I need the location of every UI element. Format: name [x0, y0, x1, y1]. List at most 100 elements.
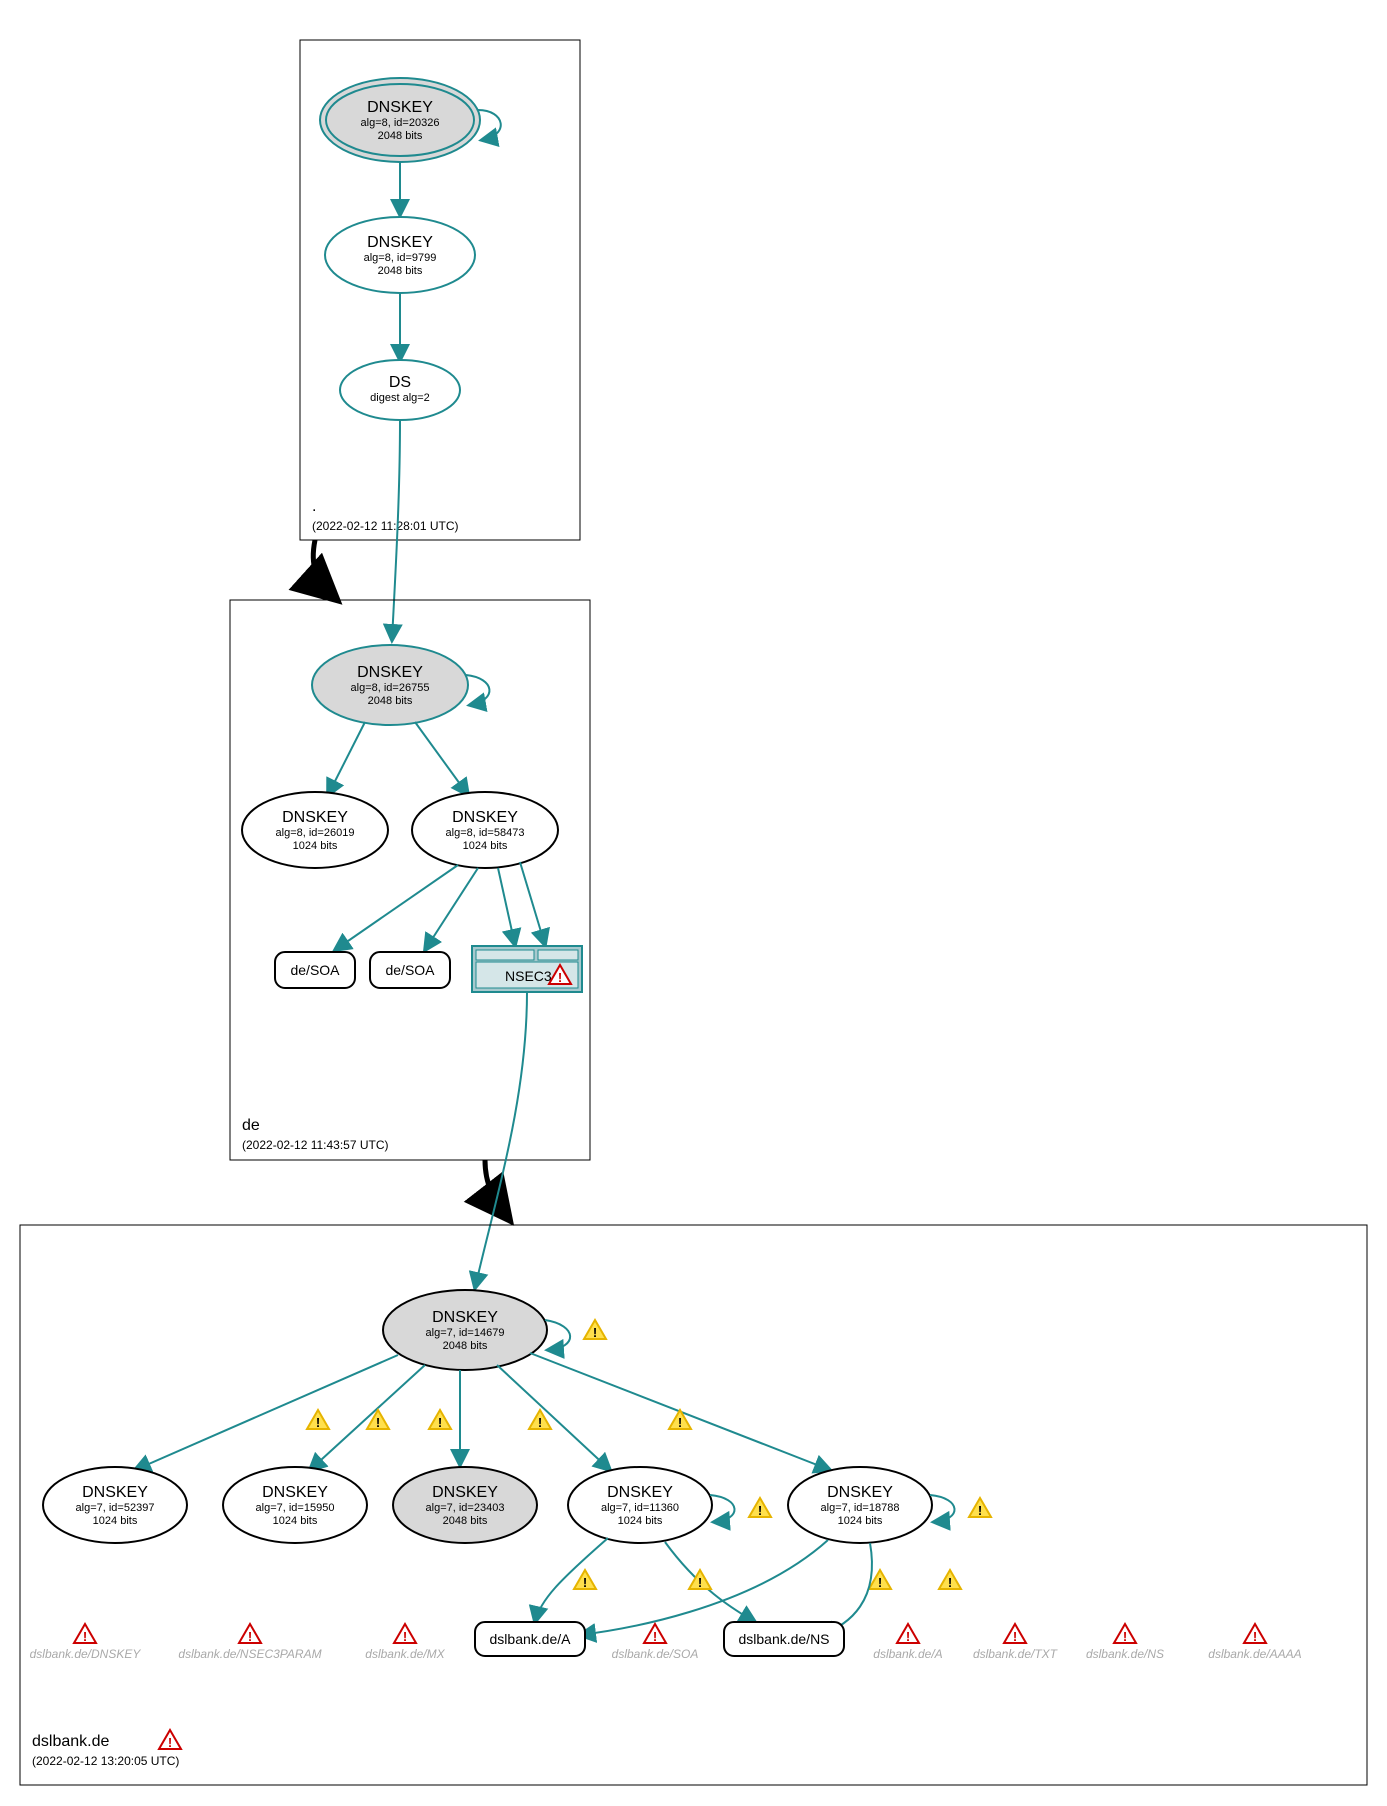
svg-text:dslbank.de/NSEC3PARAM: dslbank.de/NSEC3PARAM: [178, 1647, 321, 1661]
svg-text:dslbank.de/TXT: dslbank.de/TXT: [973, 1647, 1059, 1661]
svg-text:alg=7, id=11360: alg=7, id=11360: [601, 1502, 679, 1514]
node-de-soa1[interactable]: de/SOA: [275, 952, 355, 988]
ghost-ns: dslbank.de/NS: [1086, 1624, 1164, 1661]
warning-icon: [969, 1498, 991, 1518]
svg-text:1024 bits: 1024 bits: [293, 840, 338, 852]
svg-text:alg=8, id=58473: alg=8, id=58473: [446, 827, 525, 839]
node-d-ns[interactable]: dslbank.de/NS: [724, 1622, 844, 1656]
edge-d14679-11360: [497, 1365, 610, 1470]
node-d-11360[interactable]: DNSKEY alg=7, id=11360 1024 bits: [568, 1467, 712, 1543]
svg-text:alg=7, id=15950: alg=7, id=15950: [256, 1502, 335, 1514]
svg-text:DNSKEY: DNSKEY: [827, 1484, 893, 1501]
svg-text:alg=8, id=20326: alg=8, id=20326: [361, 117, 440, 129]
node-root-ksk[interactable]: DNSKEY alg=8, id=20326 2048 bits: [320, 78, 480, 162]
node-d-23403[interactable]: DNSKEY alg=7, id=23403 2048 bits: [393, 1467, 537, 1543]
ghost-nsec3param: dslbank.de/NSEC3PARAM: [178, 1624, 321, 1661]
warning-icon: [749, 1498, 771, 1518]
warning-icon: [584, 1320, 606, 1340]
svg-text:DNSKEY: DNSKEY: [607, 1484, 673, 1501]
edge-d14679-15950: [310, 1365, 425, 1470]
svg-text:alg=7, id=18788: alg=7, id=18788: [821, 1502, 900, 1514]
node-d-15950[interactable]: DNSKEY alg=7, id=15950 1024 bits: [223, 1467, 367, 1543]
svg-text:alg=8, id=9799: alg=8, id=9799: [364, 252, 437, 264]
svg-text:dslbank.de/A: dslbank.de/A: [873, 1647, 942, 1661]
svg-text:1024 bits: 1024 bits: [273, 1515, 318, 1527]
warning-icon: [939, 1570, 961, 1590]
svg-text:DNSKEY: DNSKEY: [367, 234, 433, 251]
zone-dslbank-name: dslbank.de: [32, 1733, 109, 1750]
svg-text:2048 bits: 2048 bits: [378, 130, 423, 142]
edge-de-58473-soa2: [425, 868, 478, 950]
zone-root-name: .: [312, 498, 316, 515]
node-d-52397[interactable]: DNSKEY alg=7, id=52397 1024 bits: [43, 1467, 187, 1543]
svg-text:digest alg=2: digest alg=2: [370, 392, 430, 404]
zone-de: de (2022-02-12 11:43:57 UTC) DNSKEY alg=…: [230, 600, 590, 1160]
node-d-a[interactable]: dslbank.de/A: [475, 1622, 585, 1656]
edge-de-58473-nsec3a: [498, 868, 515, 945]
edge-d11360-a: [535, 1538, 608, 1622]
svg-text:1024 bits: 1024 bits: [463, 840, 508, 852]
svg-text:1024 bits: 1024 bits: [618, 1515, 663, 1527]
svg-text:dslbank.de/DNSKEY: dslbank.de/DNSKEY: [30, 1647, 142, 1661]
svg-text:1024 bits: 1024 bits: [838, 1515, 883, 1527]
svg-text:DNSKEY: DNSKEY: [357, 664, 423, 681]
zone-de-ts: (2022-02-12 11:43:57 UTC): [242, 1138, 389, 1152]
svg-text:de/SOA: de/SOA: [385, 962, 435, 978]
edge-d-14679-self: [545, 1320, 570, 1350]
ghost-dnskey: dslbank.de/DNSKEY: [30, 1624, 142, 1661]
svg-text:DNSKEY: DNSKEY: [262, 1484, 328, 1501]
edge-d11360-ns: [665, 1542, 755, 1622]
svg-text:alg=8, id=26019: alg=8, id=26019: [276, 827, 355, 839]
svg-text:dslbank.de/A: dslbank.de/A: [490, 1631, 572, 1647]
edge-root-to-de-zone: [313, 540, 335, 598]
ghost-aaaa: dslbank.de/AAAA: [1208, 1624, 1301, 1661]
ghost-a: dslbank.de/A: [873, 1624, 942, 1661]
svg-text:DNSKEY: DNSKEY: [432, 1484, 498, 1501]
svg-text:dslbank.de/NS: dslbank.de/NS: [738, 1631, 829, 1647]
node-de-ksk[interactable]: DNSKEY alg=8, id=26755 2048 bits: [312, 645, 468, 725]
node-d-14679[interactable]: DNSKEY alg=7, id=14679 2048 bits: [383, 1290, 547, 1370]
svg-text:DS: DS: [389, 374, 411, 391]
ghost-soa: dslbank.de/SOA: [612, 1624, 699, 1661]
node-de-26019[interactable]: DNSKEY alg=8, id=26019 1024 bits: [242, 792, 388, 868]
svg-text:DNSKEY: DNSKEY: [432, 1309, 498, 1326]
svg-text:alg=7, id=52397: alg=7, id=52397: [76, 1502, 155, 1514]
node-d-18788[interactable]: DNSKEY alg=7, id=18788 1024 bits: [788, 1467, 932, 1543]
svg-text:2048 bits: 2048 bits: [368, 695, 413, 707]
svg-text:DNSKEY: DNSKEY: [282, 809, 348, 826]
edge-de-58473-soa1: [335, 865, 458, 950]
edge-de-58473-nsec3b: [520, 862, 545, 945]
warning-icon: [307, 1410, 329, 1430]
ghost-txt: dslbank.de/TXT: [973, 1624, 1059, 1661]
svg-text:de/SOA: de/SOA: [290, 962, 340, 978]
edge-d14679-52397: [135, 1355, 398, 1470]
svg-text:dslbank.de/SOA: dslbank.de/SOA: [612, 1647, 699, 1661]
warning-icon: [669, 1410, 691, 1430]
svg-text:alg=7, id=23403: alg=7, id=23403: [426, 1502, 505, 1514]
ghost-mx: dslbank.de/MX: [365, 1624, 445, 1661]
warning-icon: [367, 1410, 389, 1430]
edge-de-ksk-26019: [328, 722, 365, 795]
svg-text:DNSKEY: DNSKEY: [367, 99, 433, 116]
svg-text:DNSKEY: DNSKEY: [452, 809, 518, 826]
zone-root: . (2022-02-12 11:28:01 UTC) DNSKEY alg=8…: [300, 40, 580, 540]
node-de-soa2[interactable]: de/SOA: [370, 952, 450, 988]
edge-de-ksk-self: [466, 675, 489, 705]
svg-text:2048 bits: 2048 bits: [443, 1515, 488, 1527]
dnssec-auth-graph: ! ! . (2022-02-12 11:28:01 UTC) DNSKEY a…: [0, 0, 1387, 1806]
node-root-ds[interactable]: DS digest alg=2: [340, 360, 460, 420]
node-root-zsk[interactable]: DNSKEY alg=8, id=9799 2048 bits: [325, 217, 475, 293]
svg-text:2048 bits: 2048 bits: [378, 265, 423, 277]
edge-d-18788-self: [930, 1495, 955, 1522]
edge-d-11360-self: [710, 1495, 735, 1522]
error-icon: [159, 1730, 181, 1750]
zone-dslbank: dslbank.de (2022-02-12 13:20:05 UTC) DNS…: [20, 1225, 1367, 1785]
node-de-nsec3[interactable]: NSEC3: [472, 946, 582, 992]
edge-nsec3-dslbank-ksk: [475, 992, 527, 1288]
node-de-58473[interactable]: DNSKEY alg=8, id=58473 1024 bits: [412, 792, 558, 868]
edge-de-ksk-58473: [415, 722, 468, 795]
svg-text:alg=8, id=26755: alg=8, id=26755: [351, 682, 430, 694]
svg-text:2048 bits: 2048 bits: [443, 1340, 488, 1352]
svg-text:dslbank.de/MX: dslbank.de/MX: [365, 1647, 445, 1661]
svg-text:dslbank.de/AAAA: dslbank.de/AAAA: [1208, 1647, 1301, 1661]
